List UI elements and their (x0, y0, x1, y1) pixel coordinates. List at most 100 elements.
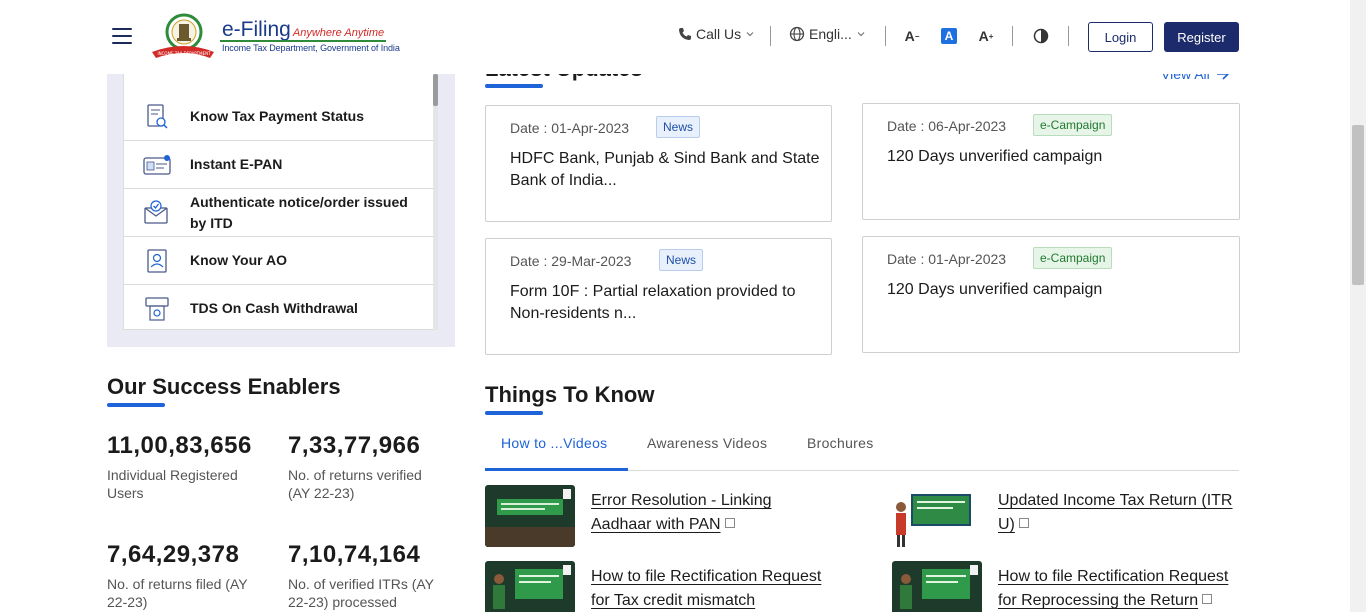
font-increase-label: A (978, 28, 989, 44)
news-badge: News (659, 249, 704, 271)
receipt-search-icon (147, 103, 168, 129)
language-label: Engli... (809, 26, 852, 42)
chevron-down-icon (857, 32, 865, 37)
update-card[interactable]: Date : 01-Apr-2023 e-Campaign 120 Days u… (862, 236, 1240, 353)
font-increase-button[interactable]: A + (978, 28, 994, 44)
stat-label: No. of returns verified (AY 22-23) (288, 467, 422, 501)
globe-icon (789, 26, 805, 42)
logo-divider (220, 40, 386, 42)
atm-cash-icon (145, 296, 169, 321)
video-item[interactable]: Error Resolution - Linking Aadhaar with … (485, 485, 845, 549)
svg-text:INCOME TAX DEPARTMENT: INCOME TAX DEPARTMENT (157, 51, 211, 56)
quick-links-scrollbar[interactable] (433, 74, 438, 330)
tab-awareness-videos[interactable]: Awareness Videos (647, 435, 767, 451)
page-scrollbar[interactable] (1350, 0, 1366, 612)
header-divider (1012, 26, 1013, 46)
stat-value: 7,33,77,966 (288, 432, 421, 459)
logo-subtitle: Income Tax Department, Government of Ind… (222, 43, 400, 53)
quick-link-label: Know Tax Payment Status (190, 108, 365, 124)
video-title-link[interactable]: Error Resolution - Linking Aadhaar with … (591, 489, 831, 537)
video-title-text: Error Resolution - Linking Aadhaar with … (591, 492, 772, 533)
things-to-know-title: Things To Know (485, 382, 655, 407)
stat-value: 7,64,29,378 (107, 541, 240, 568)
site-header: INCOME TAX DEPARTMENT e-Filing Anywhere A… (0, 0, 1350, 74)
video-thumbnail (892, 485, 982, 547)
stat-label: Individual Registered Users (107, 467, 238, 501)
video-title-link[interactable]: Updated Income Tax Return (ITR U) (998, 489, 1238, 537)
stat-value: 11,00,83,656 (107, 432, 252, 459)
stat-value: 7,10,74,164 (288, 541, 421, 568)
quick-link-item[interactable]: Instant E-PAN (124, 141, 433, 189)
success-enablers-title: Our Success Enablers (107, 374, 341, 399)
contrast-icon[interactable] (1033, 28, 1049, 44)
quick-link-item[interactable]: TDS On Cash Withdrawal (124, 285, 433, 329)
title-underline (485, 84, 543, 88)
update-card[interactable]: Date : 01-Apr-2023 News HDFC Bank, Punja… (485, 105, 832, 222)
title-underline (485, 411, 543, 415)
video-item[interactable]: How to file Rectification Request for Re… (892, 561, 1240, 612)
emblem-icon: INCOME TAX DEPARTMENT (152, 13, 214, 58)
pan-card-icon (143, 154, 171, 175)
tab-brochures[interactable]: Brochures (807, 435, 874, 451)
video-title-text: Updated Income Tax Return (ITR U) (998, 492, 1233, 533)
quick-link-item[interactable]: Authenticate notice/order issued by ITD (124, 189, 433, 237)
font-decrease-button[interactable]: A − (904, 28, 920, 44)
things-to-know-tabs: How to ...Videos Awareness Videos Brochu… (485, 418, 1239, 471)
stat-block: 7,10,74,164 No. of verified ITRs (AY 22-… (288, 541, 458, 611)
menu-icon[interactable] (112, 28, 132, 44)
quick-link-item[interactable]: Know Your AO (124, 237, 433, 285)
logo-title: e-Filing Anywhere Anytime (222, 18, 384, 42)
register-button[interactable]: Register (1164, 22, 1239, 52)
external-link-icon (1018, 518, 1029, 528)
update-text: 120 Days unverified campaign (887, 148, 1103, 165)
chevron-down-icon (746, 32, 754, 37)
update-text: HDFC Bank, Punjab & Sind Bank and State … (510, 150, 820, 189)
font-decrease-label: A (904, 28, 915, 44)
campaign-badge: e-Campaign (1033, 114, 1113, 136)
language-dropdown[interactable]: Engli... (789, 26, 866, 42)
quick-link-item[interactable]: Know Tax Payment Status (124, 93, 433, 141)
efiling-logo[interactable]: INCOME TAX DEPARTMENT e-Filing Anywhere A… (150, 12, 400, 60)
update-card[interactable]: Date : 29-Mar-2023 News Form 10F : Parti… (485, 238, 832, 355)
update-date: Date : 06-Apr-2023 (887, 118, 1007, 134)
header-divider (770, 26, 771, 46)
phone-icon (679, 28, 691, 40)
video-thumbnail (485, 485, 575, 547)
external-link-icon (724, 518, 735, 528)
video-item[interactable]: How to file Rectification Request for Ta… (485, 561, 845, 612)
campaign-badge: e-Campaign (1033, 247, 1113, 269)
officer-document-icon (147, 248, 167, 273)
logo-tagline: Anywhere Anytime (292, 27, 385, 39)
logo-title-text: e-Filing (222, 18, 291, 41)
active-tab-indicator (485, 468, 628, 471)
tab-how-to-videos[interactable]: How to ...Videos (501, 435, 607, 451)
quick-links-scroll-thumb[interactable] (433, 74, 438, 106)
font-normal-label: A (944, 29, 954, 43)
update-card[interactable]: Date : 06-Apr-2023 e-Campaign 120 Days u… (862, 103, 1240, 220)
video-title-link[interactable]: How to file Rectification Request for Ta… (591, 565, 831, 612)
update-text: Form 10F : Partial relaxation provided t… (510, 283, 796, 322)
call-us-label: Call Us (696, 26, 742, 42)
page-scroll-thumb[interactable] (1352, 125, 1364, 285)
call-us-dropdown[interactable]: Call Us (678, 26, 755, 42)
stat-block: 7,33,77,966 No. of returns verified (AY … (288, 432, 458, 502)
header-divider (885, 26, 886, 46)
update-date: Date : 01-Apr-2023 (510, 120, 630, 136)
video-title-text: How to file Rectification Request for Re… (998, 568, 1229, 609)
quick-link-label: TDS On Cash Withdrawal (190, 300, 358, 316)
update-date: Date : 29-Mar-2023 (510, 253, 632, 269)
envelope-check-icon (144, 199, 168, 224)
stat-label: No. of returns filed (AY 22-23) (107, 576, 248, 610)
video-item[interactable]: Updated Income Tax Return (ITR U) (892, 485, 1240, 549)
video-thumbnail (485, 561, 575, 612)
quick-link-label: Authenticate notice/order issued by ITD (190, 193, 408, 231)
video-title-link[interactable]: How to file Rectification Request for Re… (998, 565, 1238, 612)
external-link-icon (1202, 594, 1213, 604)
quick-links-list: Know Tax Payment Status Instant E-PAN Au… (123, 45, 434, 330)
login-button[interactable]: Login (1088, 22, 1153, 52)
quick-link-label: Instant E-PAN (190, 156, 283, 172)
font-normal-button[interactable]: A (941, 28, 957, 44)
video-title-text: How to file Rectification Request for Ta… (591, 568, 822, 609)
stat-label: No. of verified ITRs (AY 22-23) processe… (288, 576, 434, 610)
quick-link-label: Know Your AO (190, 252, 287, 268)
